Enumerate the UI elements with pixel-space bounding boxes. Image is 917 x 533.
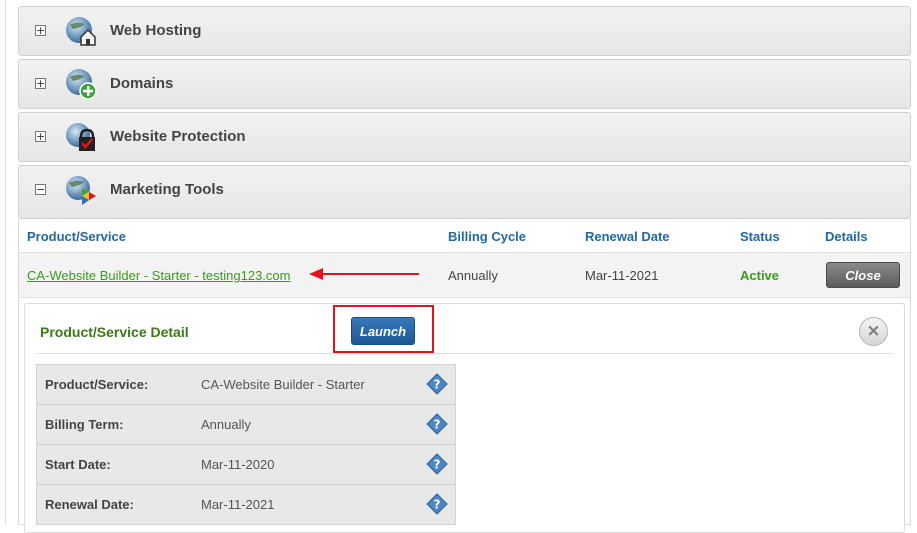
expand-toggle[interactable]: + — [35, 131, 46, 142]
globe-play-icon — [66, 176, 96, 205]
info-label: Product/Service: — [45, 377, 149, 392]
info-label: Renewal Date: — [45, 497, 134, 512]
info-value: Mar-11-2021 — [201, 497, 275, 512]
info-row: Start Date: Mar-11-2020 ? — [37, 445, 455, 485]
category-domains[interactable]: + Domains — [18, 59, 911, 109]
info-row: Product/Service: CA-Website Builder - St… — [37, 365, 455, 405]
header-billing-cycle[interactable]: Billing Cycle — [448, 229, 526, 244]
question-diamond-icon[interactable]: ? — [426, 493, 448, 515]
header-renewal-date[interactable]: Renewal Date — [585, 229, 670, 244]
info-value: Annually — [201, 417, 251, 432]
renewal-date-value: Mar-11-2021 — [585, 268, 659, 283]
billing-cycle-value: Annually — [448, 268, 498, 283]
header-details: Details — [825, 229, 868, 244]
detail-info-table: Product/Service: CA-Website Builder - St… — [36, 364, 456, 525]
red-arrow-icon — [309, 268, 419, 280]
globe-house-icon — [66, 17, 96, 46]
collapse-toggle[interactable]: − — [35, 184, 46, 195]
expand-toggle[interactable]: + — [35, 78, 46, 89]
info-value: CA-Website Builder - Starter — [201, 377, 365, 392]
globe-lock-icon — [66, 123, 95, 151]
category-label: Web Hosting — [110, 22, 202, 39]
info-row: Renewal Date: Mar-11-2021 ? — [37, 485, 455, 525]
launch-button[interactable]: Launch — [351, 317, 415, 345]
info-value: Mar-11-2020 — [201, 457, 275, 472]
table-header: Product/Service Billing Cycle Renewal Da… — [19, 219, 910, 253]
svg-text:?: ? — [434, 458, 441, 472]
info-label: Start Date: — [45, 457, 111, 472]
info-row: Billing Term: Annually ? — [37, 405, 455, 445]
close-button[interactable]: Close — [826, 262, 900, 288]
table-row: CA-Website Builder - Starter - testing12… — [19, 253, 910, 298]
category-label: Domains — [110, 75, 174, 92]
category-label: Marketing Tools — [110, 181, 224, 198]
svg-text:?: ? — [434, 498, 441, 512]
status-badge: Active — [740, 268, 780, 283]
category-web-hosting[interactable]: + Web Hosting — [18, 6, 911, 56]
question-diamond-icon[interactable]: ? — [426, 413, 448, 435]
header-product[interactable]: Product/Service — [27, 229, 126, 244]
question-diamond-icon[interactable]: ? — [426, 453, 448, 475]
detail-title: Product/Service Detail — [40, 324, 189, 340]
svg-text:?: ? — [434, 378, 441, 392]
close-circle-icon[interactable]: × — [859, 317, 888, 346]
info-label: Billing Term: — [45, 417, 124, 432]
header-status[interactable]: Status — [740, 229, 780, 244]
question-diamond-icon[interactable]: ? — [426, 373, 448, 395]
page-left-edge — [0, 0, 6, 525]
product-link[interactable]: CA-Website Builder - Starter - testing12… — [27, 268, 290, 283]
service-detail-panel: Product/Service Detail Launch × Product/… — [24, 303, 905, 533]
category-marketing-tools[interactable]: − Marketing Tools — [18, 165, 911, 219]
globe-plus-icon — [66, 69, 97, 100]
product-cell: CA-Website Builder - Starter - testing12… — [27, 268, 290, 283]
category-website-protection[interactable]: + Website Protection — [18, 112, 911, 162]
category-label: Website Protection — [110, 128, 246, 145]
expand-toggle[interactable]: + — [35, 25, 46, 36]
divider — [37, 353, 893, 354]
svg-text:?: ? — [434, 418, 441, 432]
products-table: Product/Service Billing Cycle Renewal Da… — [18, 219, 911, 533]
